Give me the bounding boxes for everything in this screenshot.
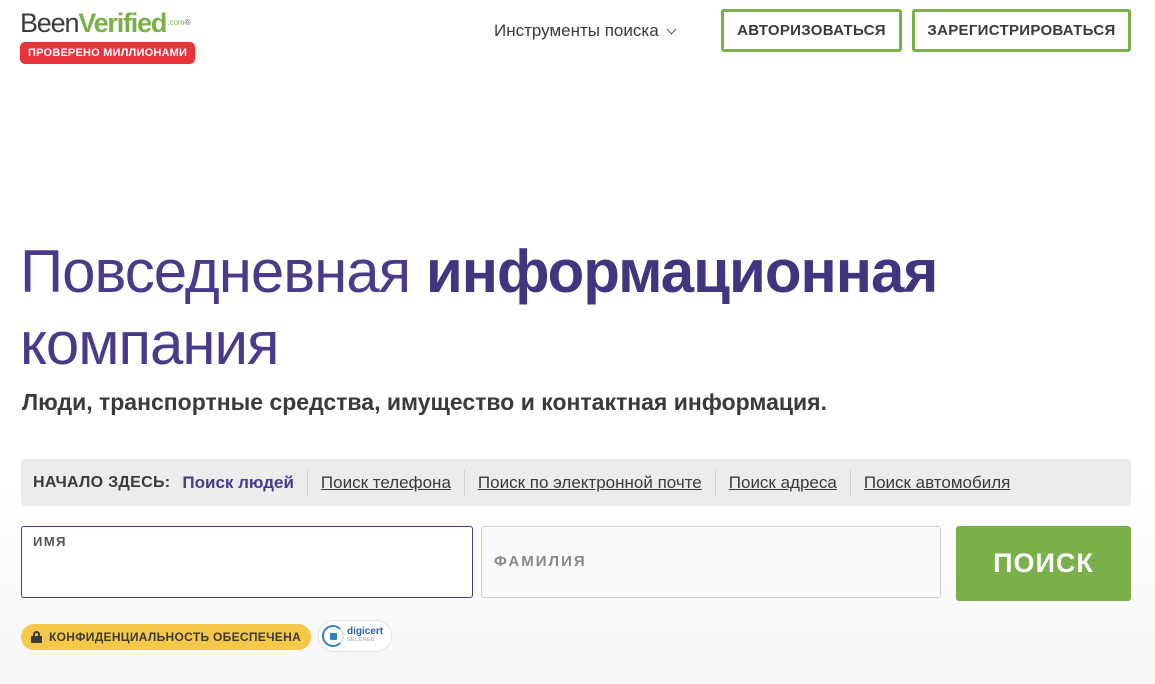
first-name-label: ИМЯ	[33, 534, 68, 549]
brand-logo[interactable]: BeenVerified.com® ПРОВЕРЕНО МИЛЛИОНАМИ	[20, 8, 196, 64]
digicert-sub: SECURED	[347, 637, 375, 643]
logo-part-been: Been	[20, 8, 79, 38]
search-type-tabs: НАЧАЛО ЗДЕСЬ: Поиск людей Поиск телефона…	[21, 459, 1131, 506]
digicert-lock-icon	[322, 625, 344, 647]
page-headline: Повседневная информационная компания	[20, 236, 1120, 380]
tab-people-search[interactable]: Поиск людей	[182, 470, 307, 496]
logo-wordmark: BeenVerified.com®	[20, 8, 195, 38]
register-button[interactable]: ЗАРЕГИСТРИРОВАТЬСЯ	[912, 9, 1131, 52]
privacy-label: КОНФИДЕНЦИАЛЬНОСТЬ ОБЕСПЕЧЕНА	[49, 630, 302, 644]
search-tools-label: Инструменты поиска	[494, 21, 659, 40]
tab-vehicle-search[interactable]: Поиск автомобиля	[849, 469, 1024, 496]
logo-part-verified: Verified	[78, 8, 167, 38]
digicert-seal[interactable]: digicert SECURED	[318, 620, 392, 652]
tab-address-search[interactable]: Поиск адреса	[714, 469, 850, 496]
first-name-field[interactable]: ИМЯ	[21, 526, 473, 598]
tab-phone-search[interactable]: Поиск телефона	[306, 469, 464, 496]
digicert-name: digicert	[347, 626, 384, 637]
last-name-field[interactable]	[481, 526, 941, 598]
start-here-label: НАЧАЛО ЗДЕСЬ:	[33, 473, 171, 491]
headline-bold: информационная	[425, 238, 939, 305]
search-button[interactable]: ПОИСК	[956, 526, 1131, 601]
search-tools-menu[interactable]: Инструменты поиска	[494, 21, 677, 41]
logo-suffix: .com	[167, 18, 185, 27]
digicert-text: digicert SECURED	[347, 627, 383, 645]
chevron-down-icon	[666, 24, 677, 34]
privacy-badge: КОНФИДЕНЦИАЛЬНОСТЬ ОБЕСПЕЧЕНА	[21, 624, 312, 650]
headline-light: Повседневная	[20, 238, 426, 305]
page-subheadline: Люди, транспортные средства, имущество и…	[22, 389, 827, 415]
login-button[interactable]: АВТОРИЗОВАТЬСЯ	[721, 9, 902, 52]
logo-registered-mark: ®	[184, 18, 191, 27]
tab-email-search[interactable]: Поиск по электронной почте	[463, 469, 715, 496]
first-name-input[interactable]	[22, 527, 472, 597]
headline-line2: компания	[20, 310, 280, 377]
lock-icon	[31, 631, 42, 643]
last-name-input[interactable]	[482, 527, 940, 597]
verified-badge: ПРОВЕРЕНО МИЛЛИОНАМИ	[20, 42, 196, 64]
